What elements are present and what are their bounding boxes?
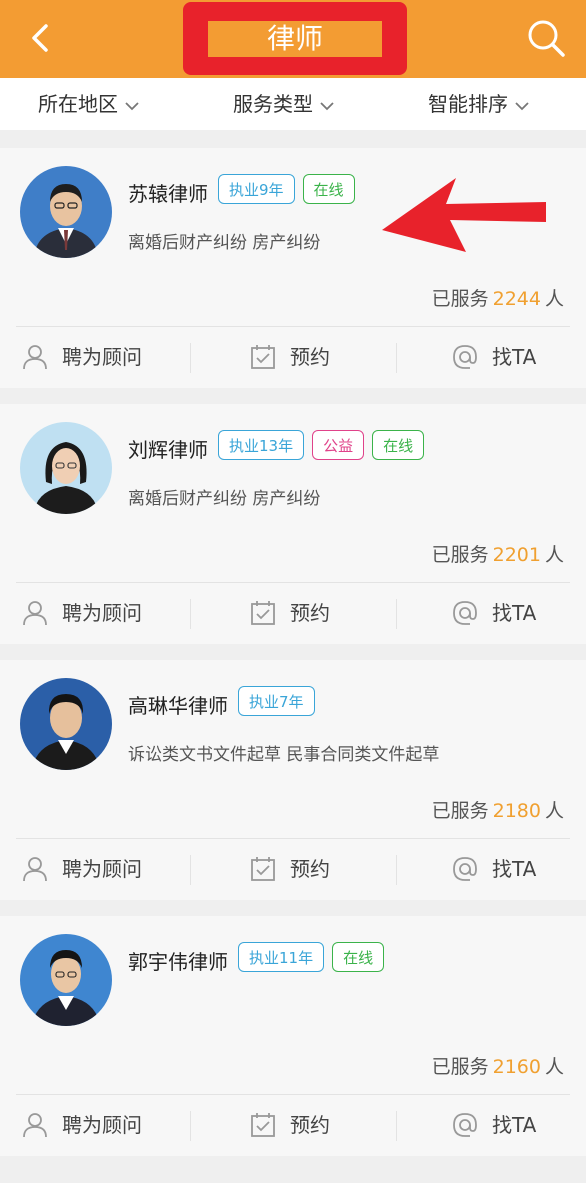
contact-label: 找TA	[492, 857, 537, 881]
filter-service-type-label: 服务类型	[233, 92, 313, 116]
lawyer-name: 刘辉律师	[128, 438, 208, 462]
tag-group: 执业13年 公益 在线	[218, 430, 425, 460]
served-suffix: 人	[544, 800, 564, 822]
served-prefix: 已服务	[431, 1056, 489, 1078]
app-header: 律师	[0, 0, 586, 78]
lawyer-card[interactable]: 刘辉律师 执业13年 公益 在线 离婚后财产纠纷 房产纠纷 已服务 2201 人 聘…	[0, 404, 586, 644]
served-number: 2180	[492, 800, 541, 822]
chevron-left-icon[interactable]	[22, 18, 62, 58]
avatar	[20, 422, 112, 514]
search-icon[interactable]	[524, 16, 568, 60]
chevron-down-icon	[515, 101, 529, 110]
at-icon	[453, 1113, 477, 1137]
divider	[396, 599, 397, 629]
calendar-check-icon	[251, 601, 275, 625]
served-number: 2244	[492, 288, 541, 310]
appointment-label: 预约	[290, 857, 330, 881]
filter-region-label: 所在地区	[38, 92, 118, 116]
divider	[190, 343, 191, 373]
served-number: 2160	[492, 1056, 541, 1078]
filter-region[interactable]: 所在地区	[38, 78, 140, 130]
chevron-down-icon	[125, 101, 139, 110]
appointment-label: 预约	[290, 601, 330, 625]
person-icon	[23, 1113, 47, 1138]
divider	[190, 855, 191, 885]
served-suffix: 人	[544, 1056, 564, 1078]
chevron-down-icon	[320, 101, 334, 110]
divider	[190, 599, 191, 629]
served-suffix: 人	[544, 544, 564, 566]
lawyer-specialty: 离婚后财产纠纷 房产纠纷	[128, 233, 321, 253]
divider	[190, 1111, 191, 1141]
at-icon	[453, 857, 477, 881]
filter-bar: 所在地区 服务类型 智能排序	[0, 78, 586, 130]
lawyer-specialty: 诉讼类文书文件起草 民事合同类文件起草	[128, 745, 440, 765]
contact-label: 找TA	[492, 1113, 537, 1137]
title-highlight-box: 律师	[183, 2, 407, 75]
experience-badge: 执业11年	[238, 942, 325, 972]
filter-service-type[interactable]: 服务类型	[233, 78, 335, 130]
tag-group: 执业11年 在线	[238, 942, 385, 972]
person-icon	[23, 857, 47, 882]
divider	[396, 343, 397, 373]
online-badge: 在线	[372, 430, 425, 460]
served-prefix: 已服务	[431, 288, 489, 310]
served-prefix: 已服务	[431, 544, 489, 566]
at-icon	[453, 601, 477, 625]
online-badge: 在线	[332, 942, 385, 972]
served-prefix: 已服务	[431, 800, 489, 822]
tag-group: 执业7年	[238, 686, 315, 716]
red-arrow-annotation	[382, 178, 546, 252]
hire-advisor-label: 聘为顾问	[62, 857, 142, 881]
experience-badge: 执业13年	[218, 430, 305, 460]
served-number: 2201	[492, 544, 541, 566]
lawyer-card[interactable]: 郭宇伟律师 执业11年 在线 已服务 2160 人 聘为顾问 预约 找TA	[0, 916, 586, 1156]
action-bar: 聘为顾问 预约 找TA	[0, 583, 586, 643]
avatar	[20, 678, 112, 770]
person-icon	[23, 345, 47, 370]
divider	[396, 855, 397, 885]
calendar-check-icon	[251, 857, 275, 881]
served-count: 已服务 2180 人	[432, 796, 564, 823]
action-bar: 聘为顾问 预约 找TA	[0, 1095, 586, 1155]
contact-label: 找TA	[492, 601, 537, 625]
hire-advisor-label: 聘为顾问	[62, 345, 142, 369]
served-count: 已服务 2244 人	[432, 284, 564, 311]
hire-advisor-label: 聘为顾问	[62, 1113, 142, 1137]
online-badge: 在线	[302, 174, 355, 204]
page-title: 律师	[208, 21, 382, 57]
served-count: 已服务 2160 人	[432, 1052, 564, 1079]
calendar-check-icon	[251, 345, 275, 369]
served-count: 已服务 2201 人	[432, 540, 564, 567]
avatar	[20, 934, 112, 1026]
appointment-label: 预约	[290, 345, 330, 369]
served-suffix: 人	[544, 288, 564, 310]
public-welfare-badge: 公益	[312, 430, 365, 460]
hire-advisor-label: 聘为顾问	[62, 601, 142, 625]
lawyer-name: 高琳华律师	[128, 694, 228, 718]
lawyer-name: 郭宇伟律师	[128, 950, 228, 974]
person-icon	[23, 601, 47, 626]
avatar	[20, 166, 112, 258]
tag-group: 执业9年 在线	[218, 174, 355, 204]
action-bar: 聘为顾问 预约 找TA	[0, 327, 586, 387]
calendar-check-icon	[251, 1113, 275, 1137]
lawyer-specialty: 离婚后财产纠纷 房产纠纷	[128, 489, 321, 509]
lawyer-card[interactable]: 高琳华律师 执业7年 诉讼类文书文件起草 民事合同类文件起草 已服务 2180 人 …	[0, 660, 586, 900]
experience-badge: 执业9年	[218, 174, 295, 204]
contact-label: 找TA	[492, 345, 537, 369]
appointment-label: 预约	[290, 1113, 330, 1137]
divider	[396, 1111, 397, 1141]
experience-badge: 执业7年	[238, 686, 315, 716]
filter-smart-sort[interactable]: 智能排序	[428, 78, 530, 130]
lawyer-name: 苏辕律师	[128, 182, 208, 206]
filter-smart-sort-label: 智能排序	[428, 92, 508, 116]
at-icon	[453, 345, 477, 369]
action-bar: 聘为顾问 预约 找TA	[0, 839, 586, 899]
